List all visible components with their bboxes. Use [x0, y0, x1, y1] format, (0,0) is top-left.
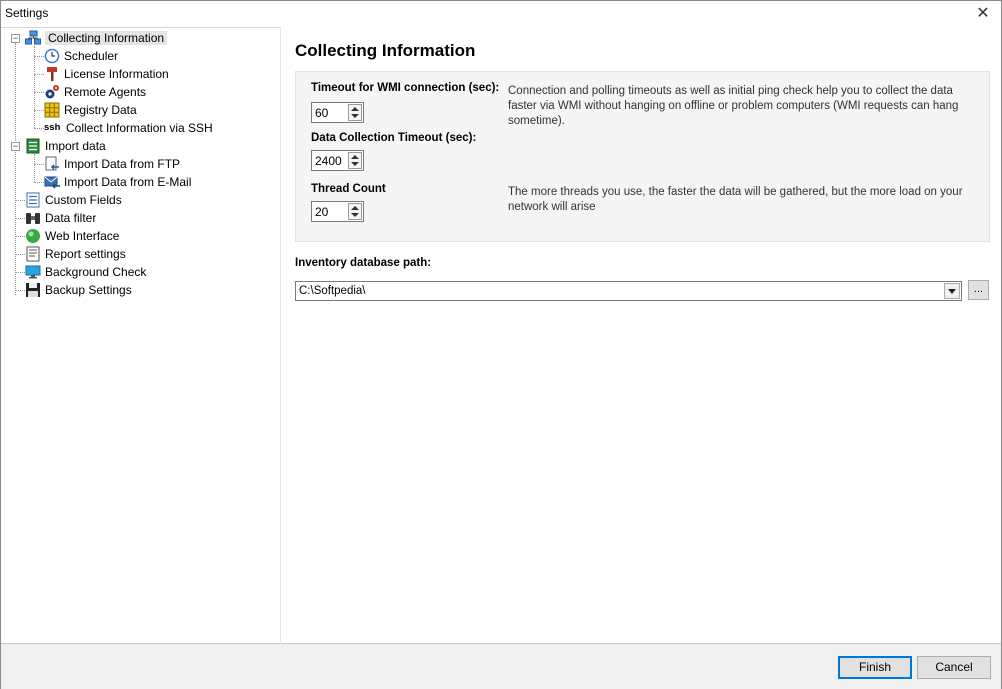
db-path-value: C:\Softpedia\ [299, 285, 366, 297]
timeouts-description: Connection and polling timeouts as well … [508, 85, 959, 127]
tree-line [34, 56, 44, 57]
email-import-icon [44, 176, 60, 189]
browse-button[interactable]: ... [968, 280, 989, 300]
tree-item-label: Remote Agents [64, 85, 147, 99]
binoculars-icon [26, 213, 40, 224]
tree-item-registry-data[interactable]: Registry Data [44, 101, 137, 119]
form-list-icon [26, 192, 40, 208]
ftp-download-icon [45, 156, 59, 171]
collection-timeout-value: 2400 [315, 154, 342, 168]
tree-item-backup-settings[interactable]: Backup Settings [25, 281, 132, 299]
license-key-icon [47, 67, 57, 81]
tree-item-label: Backup Settings [45, 283, 132, 297]
tree-item-remote-agents[interactable]: Remote Agents [44, 83, 146, 101]
import-list-icon [26, 138, 40, 154]
close-icon[interactable]: ✕ [973, 4, 993, 24]
tree-item-label: Collecting Information [45, 31, 168, 45]
thread-count-value: 20 [315, 205, 329, 219]
tree-item-collect-via-ssh[interactable]: ssh Collect Information via SSH [44, 119, 213, 137]
tree-line [34, 92, 44, 93]
settings-window: Settings ✕ − − Collecting Information Sc… [0, 0, 1002, 689]
ssh-icon: ssh [44, 122, 61, 133]
db-path-label: Inventory database path: [295, 257, 432, 269]
tree-line [15, 200, 25, 201]
tree-item-label: Registry Data [64, 103, 137, 117]
tree-item-import-data[interactable]: Import data [25, 137, 106, 155]
tree-line [15, 236, 25, 237]
tree-item-label: Import Data from E-Mail [64, 175, 192, 189]
tree-item-label: Collect Information via SSH [66, 121, 213, 135]
wmi-timeout-value: 60 [315, 106, 329, 120]
spin-down-icon[interactable] [351, 114, 359, 118]
clock-icon [44, 48, 60, 64]
tree-item-import-ftp[interactable]: Import Data from FTP [44, 155, 180, 173]
tree-line [34, 154, 35, 182]
floppy-disk-icon [26, 283, 40, 297]
tree-item-import-email[interactable]: Import Data from E-Mail [44, 173, 191, 191]
spin-down-icon[interactable] [351, 213, 359, 217]
tree-item-label: Data filter [45, 211, 97, 225]
tree-item-scheduler[interactable]: Scheduler [44, 47, 118, 65]
tree-line [15, 272, 25, 273]
tree-line [15, 254, 25, 255]
tree-item-label: Background Check [45, 265, 147, 279]
tree-item-background-check[interactable]: Background Check [25, 263, 146, 281]
grid-table-icon [44, 102, 60, 118]
spin-down-icon[interactable] [351, 162, 359, 166]
spinner-arrows[interactable] [348, 152, 362, 169]
window-title: Settings [5, 6, 49, 20]
tree-item-report-settings[interactable]: Report settings [25, 245, 126, 263]
title-bar: Settings ✕ [1, 1, 1001, 27]
network-computers-icon [25, 30, 41, 45]
wmi-timeout-label: Timeout for WMI connection (sec): [311, 82, 500, 94]
tree-item-label: Scheduler [64, 49, 119, 63]
collapse-icon[interactable]: − [11, 142, 20, 151]
tree-line [15, 290, 25, 291]
tree-line [34, 164, 44, 165]
spinner-arrows[interactable] [348, 104, 362, 121]
collapse-icon[interactable]: − [11, 34, 20, 43]
tree-item-label: Web Interface [45, 229, 120, 243]
tree-line [15, 218, 25, 219]
collection-timeout-label: Data Collection Timeout (sec): [311, 132, 477, 144]
settings-group: Timeout for WMI connection (sec): 60 Dat… [295, 71, 990, 242]
tree-line [34, 46, 35, 128]
tree-item-label: Import Data from FTP [64, 157, 181, 171]
tree-line [34, 110, 44, 111]
db-path-combobox[interactable]: C:\Softpedia\ [295, 281, 962, 301]
tree-line [15, 43, 16, 295]
wmi-timeout-spinner[interactable]: 60 [311, 102, 364, 123]
spinner-arrows[interactable] [348, 203, 362, 220]
thread-count-spinner[interactable]: 20 [311, 201, 364, 222]
dialog-footer: Finish Cancel [1, 643, 1001, 689]
thread-count-label: Thread Count [311, 183, 386, 195]
tree-line [34, 74, 44, 75]
cancel-button[interactable]: Cancel [917, 656, 991, 679]
spin-up-icon[interactable] [351, 107, 359, 111]
tree-item-collecting-information[interactable]: Collecting Information [25, 29, 168, 47]
globe-icon [26, 229, 40, 243]
tree-item-label: License Information [64, 67, 169, 81]
dropdown-arrow-icon[interactable] [944, 283, 960, 299]
tree-line [34, 128, 44, 129]
page-title: Collecting Information [295, 41, 476, 60]
collection-timeout-spinner[interactable]: 2400 [311, 150, 364, 171]
spin-up-icon[interactable] [351, 155, 359, 159]
tree-item-custom-fields[interactable]: Custom Fields [25, 191, 122, 209]
tree-item-label: Import data [45, 139, 106, 153]
tree-item-label: Report settings [45, 247, 126, 261]
tree-item-license-information[interactable]: License Information [44, 65, 169, 83]
gears-icon [45, 85, 59, 99]
report-document-icon [26, 246, 40, 262]
settings-tree: − − Collecting Information Scheduler Lic… [1, 27, 281, 642]
tree-item-web-interface[interactable]: Web Interface [25, 227, 119, 245]
spin-up-icon[interactable] [351, 206, 359, 210]
tree-line [34, 182, 44, 183]
tree-item-label: Custom Fields [45, 193, 122, 207]
threads-description: The more threads you use, the faster the… [508, 186, 963, 213]
finish-button[interactable]: Finish [838, 656, 912, 679]
tree-item-data-filter[interactable]: Data filter [25, 209, 96, 227]
monitor-icon [25, 265, 41, 279]
